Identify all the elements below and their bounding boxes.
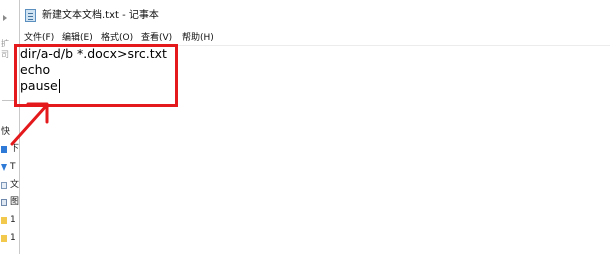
- editor-line: dir/a-d/b *.docx>src.txt: [20, 46, 167, 62]
- editor-text-area[interactable]: dir/a-d/b *.docx>src.txt echo pause: [20, 45, 610, 254]
- menu-bar: 文件(F) 编辑(E) 格式(O) 查看(V) 帮助(H): [20, 31, 610, 45]
- quick-access-label: 快: [1, 127, 11, 137]
- text-caret: [58, 79, 60, 93]
- blue-folder-icon: [1, 146, 7, 153]
- divider: [2, 100, 16, 101]
- title-bar[interactable]: 新建文本文档.txt - 记事本: [20, 6, 610, 26]
- yellow-folder-icon: [1, 217, 7, 224]
- background-text-fragment: 司: [1, 50, 9, 59]
- nav-item-label[interactable]: 图: [10, 197, 19, 207]
- menu-view[interactable]: 查看(V): [141, 31, 172, 45]
- menu-help[interactable]: 帮助(H): [182, 31, 214, 45]
- yellow-folder-icon: [1, 235, 7, 242]
- pictures-icon: [1, 199, 7, 206]
- editor-line: pause: [20, 78, 60, 94]
- window-title: 新建文本文档.txt - 记事本: [42, 10, 159, 21]
- editor-line: echo: [20, 62, 50, 78]
- expand-arrow-icon[interactable]: [3, 15, 7, 21]
- nav-item-label[interactable]: 下: [10, 144, 19, 154]
- download-arrow-icon: [1, 164, 7, 171]
- menu-file[interactable]: 文件(F): [24, 31, 54, 45]
- editor-line-text: pause: [20, 78, 58, 93]
- background-text-fragment: 扩: [1, 39, 9, 48]
- notepad-window: 新建文本文档.txt - 记事本 文件(F) 编辑(E) 格式(O) 查看(V)…: [20, 0, 610, 254]
- menu-edit[interactable]: 编辑(E): [62, 31, 93, 45]
- editor-line-text: echo: [20, 62, 51, 77]
- screen: 扩 司 快 下 T 文 图 1 1 新建文本文档.txt - 记事本 文件(F)…: [0, 0, 610, 254]
- menu-format[interactable]: 格式(O): [101, 31, 133, 45]
- nav-item-label[interactable]: 文: [10, 180, 19, 190]
- document-icon: [1, 182, 7, 189]
- notepad-icon: [25, 9, 36, 22]
- nav-item-label[interactable]: T: [10, 162, 16, 172]
- editor-line-text: dir/a-d/b *.docx>src.txt: [20, 46, 167, 61]
- background-explorer-pane: 扩 司 快 下 T 文 图 1 1: [0, 0, 20, 254]
- nav-item-label[interactable]: 1: [10, 215, 16, 225]
- nav-item-label[interactable]: 1: [10, 233, 16, 243]
